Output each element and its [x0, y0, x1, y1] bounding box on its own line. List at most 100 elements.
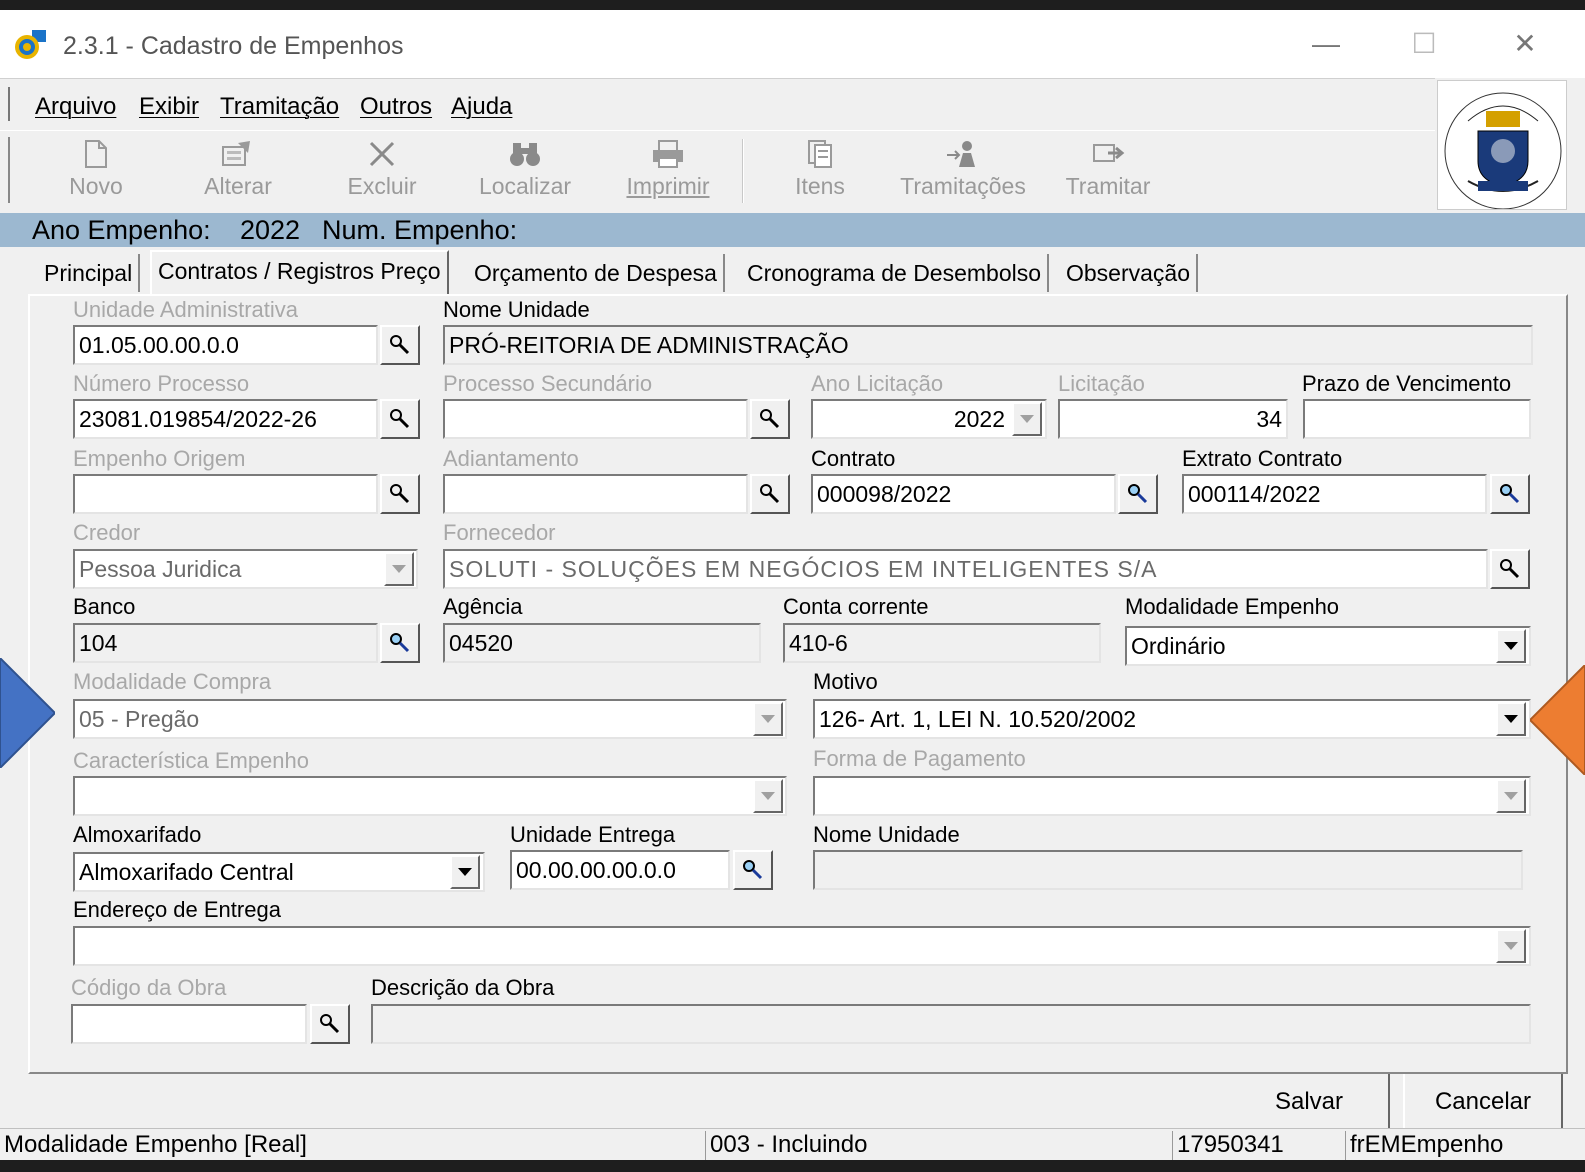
chevron-down-icon	[1504, 942, 1518, 950]
credor-dropdown-button[interactable]	[384, 552, 414, 586]
salvar-button[interactable]: Salvar	[1230, 1074, 1390, 1130]
caracteristica-empenho-label: Característica Empenho	[73, 748, 309, 773]
caracteristica-empenho-select[interactable]	[73, 776, 787, 816]
magnifier-icon	[320, 1014, 340, 1034]
maximize-button[interactable]: ☐	[1394, 24, 1454, 64]
modalidade-compra-dropdown-button[interactable]	[753, 702, 783, 736]
unidade-entrega-label: Unidade Entrega	[510, 822, 676, 847]
magnifier-icon	[1500, 559, 1520, 579]
tab-cronograma[interactable]: Cronograma de Desembolso	[741, 254, 1050, 292]
chevron-down-icon	[1020, 415, 1034, 423]
chevron-down-icon	[1504, 715, 1518, 723]
contrato-field[interactable]: 000098/2022	[811, 474, 1116, 514]
excluir-button[interactable]: Excluir	[322, 137, 442, 207]
novo-button[interactable]: Novo	[36, 137, 156, 207]
processo-secundario-field[interactable]	[443, 399, 748, 439]
empenho-origem-search-button[interactable]	[380, 474, 420, 514]
title-bar: 2.3.1 - Cadastro de Empenhos — ☐ ✕	[0, 10, 1585, 78]
tab-contratos[interactable]: Contratos / Registros Preço	[150, 250, 449, 294]
status-form: frEMEmpenho	[1345, 1131, 1585, 1160]
magnifier-icon	[1500, 484, 1520, 504]
university-logo	[1437, 80, 1567, 210]
ano-empenho-label: Ano Empenho:	[32, 215, 211, 245]
almoxarifado-select[interactable]: Almoxarifado Central	[73, 852, 485, 892]
codigo-obra-field[interactable]	[71, 1004, 307, 1044]
localizar-button[interactable]: Localizar	[465, 137, 585, 207]
licitacao-field[interactable]: 34	[1058, 399, 1288, 439]
tramitacoes-button[interactable]: Tramitações	[893, 137, 1033, 207]
extrato-contrato-field[interactable]: 000114/2022	[1182, 474, 1487, 514]
tab-observacao[interactable]: Observação	[1060, 254, 1199, 292]
agencia-field: 04520	[443, 623, 761, 663]
itens-button[interactable]: Itens	[760, 137, 880, 207]
adiantamento-field[interactable]	[443, 474, 748, 514]
extrato-contrato-search-button[interactable]	[1490, 474, 1530, 514]
forma-pagamento-select[interactable]	[813, 776, 1531, 816]
modalidade-empenho-select[interactable]: Ordinário	[1125, 626, 1531, 666]
banco-search-button[interactable]	[380, 623, 420, 663]
fornecedor-field[interactable]: SOLUTI - SOLUÇÕES EM NEGÓCIOS EM INTELIG…	[443, 549, 1488, 589]
alterar-label: Alterar	[204, 173, 272, 199]
motivo-label: Motivo	[813, 669, 878, 694]
forma-pagamento-dropdown-button[interactable]	[1496, 779, 1526, 813]
ano-licitacao-dropdown-button[interactable]	[1012, 402, 1042, 436]
tab-orcamento[interactable]: Orçamento de Despesa	[468, 254, 725, 292]
binoculars-icon	[510, 143, 540, 166]
motivo-dropdown-button[interactable]	[1496, 702, 1526, 736]
adiantamento-search-button[interactable]	[750, 474, 790, 514]
numero-processo-search-button[interactable]	[380, 399, 420, 439]
unidade-entrega-field[interactable]: 00.00.00.00.0.0	[510, 850, 730, 890]
conta-corrente-label: Conta corrente	[783, 594, 929, 619]
tab-principal[interactable]: Principal	[38, 254, 141, 292]
prazo-vencimento-field[interactable]	[1303, 399, 1531, 439]
caracteristica-empenho-dropdown-button[interactable]	[753, 779, 783, 813]
processo-secundario-search-button[interactable]	[750, 399, 790, 439]
minimize-button[interactable]: —	[1296, 24, 1356, 64]
unidade-entrega-search-button[interactable]	[733, 850, 773, 890]
empenho-origem-label: Empenho Origem	[73, 446, 246, 471]
close-button[interactable]: ✕	[1495, 24, 1555, 64]
licitacao-label: Licitação	[1058, 371, 1145, 396]
imprimir-button[interactable]: Imprimir	[608, 137, 728, 207]
modalidade-empenho-dropdown-button[interactable]	[1496, 629, 1526, 663]
unidade-adm-field[interactable]: 01.05.00.00.0.0	[73, 325, 378, 365]
ano-empenho-value: 2022	[240, 215, 301, 245]
toolbar-grip	[8, 137, 10, 203]
banco-label: Banco	[73, 594, 136, 619]
tramitar-button[interactable]: Tramitar	[1048, 137, 1168, 207]
magnifier-icon	[743, 860, 763, 880]
printer-icon	[653, 140, 683, 168]
menu-outros[interactable]: Outros	[360, 93, 432, 121]
endereco-entrega-dropdown-button[interactable]	[1496, 929, 1526, 963]
menu-grip	[8, 87, 10, 121]
modalidade-compra-select[interactable]: 05 - Pregão	[73, 699, 787, 739]
almoxarifado-dropdown-button[interactable]	[450, 855, 480, 889]
cancelar-button[interactable]: Cancelar	[1403, 1074, 1563, 1130]
menu-ajuda[interactable]: Ajuda	[451, 93, 512, 121]
itens-label: Itens	[795, 173, 845, 199]
menu-arquivo[interactable]: Arquivo	[35, 93, 116, 121]
contrato-search-button[interactable]	[1118, 474, 1158, 514]
menu-tramitacao[interactable]: Tramitação	[220, 93, 339, 121]
codigo-obra-search-button[interactable]	[310, 1004, 350, 1044]
forma-pagamento-label: Forma de Pagamento	[813, 746, 1026, 771]
codigo-obra-label: Código da Obra	[71, 975, 227, 1000]
endereco-entrega-select[interactable]	[73, 926, 1531, 966]
alterar-button[interactable]: Alterar	[178, 137, 298, 207]
menu-bar: Arquivo Exibir Tramitação Outros Ajuda	[0, 78, 1435, 130]
menu-exibir[interactable]: Exibir	[139, 93, 199, 121]
tramitar-label: Tramitar	[1065, 173, 1151, 199]
fornecedor-search-button[interactable]	[1490, 549, 1530, 589]
status-field: Modalidade Empenho [Real]	[4, 1131, 307, 1158]
motivo-select[interactable]: 126- Art. 1, LEI N. 10.520/2002	[813, 699, 1531, 739]
numero-processo-field[interactable]: 23081.019854/2022-26	[73, 399, 378, 439]
tramitar-icon	[1093, 144, 1125, 162]
nome-unidade-field: PRÓ-REITORIA DE ADMINISTRAÇÃO	[443, 325, 1533, 365]
endereco-entrega-label: Endereço de Entrega	[73, 897, 281, 922]
prazo-vencimento-label: Prazo de Vencimento	[1302, 371, 1512, 396]
empenho-origem-field[interactable]	[73, 474, 378, 514]
credor-select[interactable]: Pessoa Juridica	[73, 549, 418, 589]
conta-corrente-field: 410-6	[783, 623, 1101, 663]
fornecedor-label: Fornecedor	[443, 520, 556, 545]
unidade-adm-search-button[interactable]	[380, 325, 420, 365]
